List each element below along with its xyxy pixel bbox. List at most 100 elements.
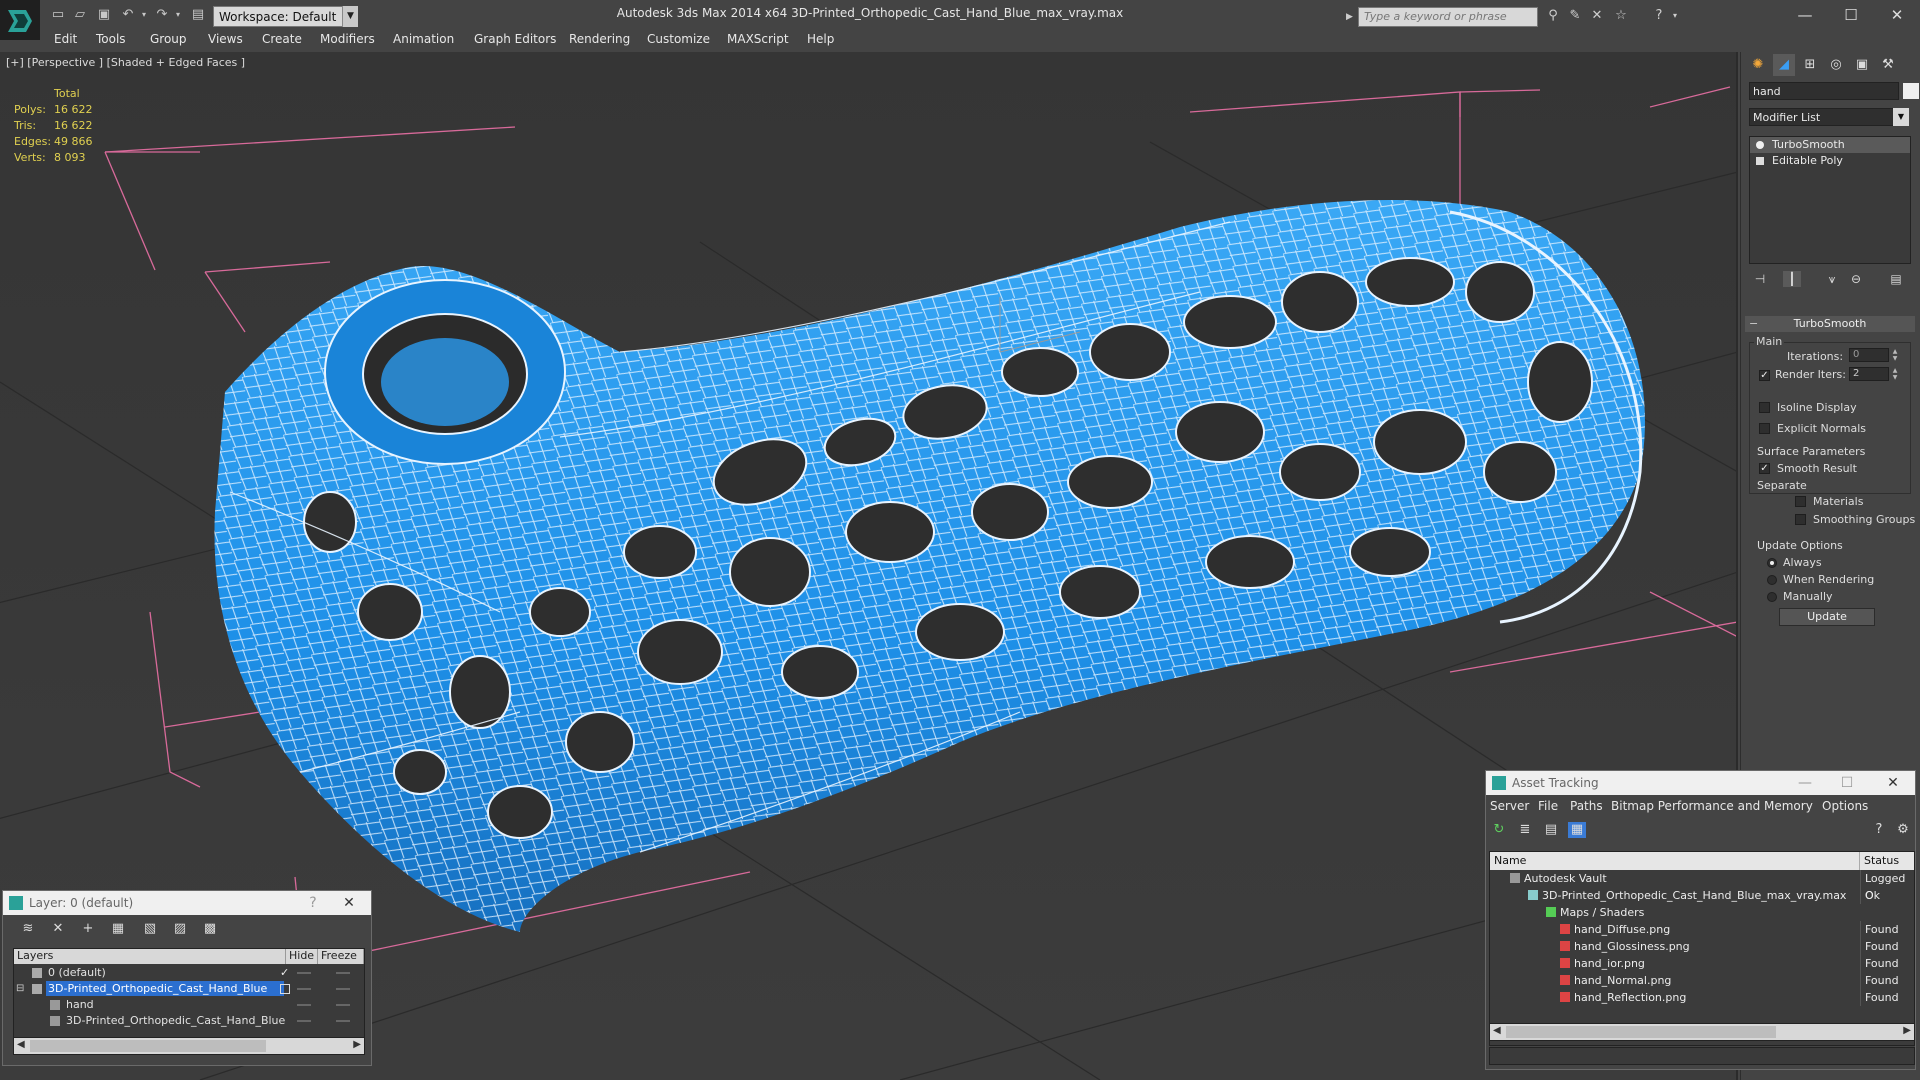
freeze-all-icon[interactable]: ▩ xyxy=(201,921,219,937)
stack-item-editable-poly[interactable]: Editable Poly xyxy=(1750,153,1910,169)
undo-dropdown-icon[interactable]: ▾ xyxy=(136,8,152,22)
maximize-icon[interactable]: ☐ xyxy=(1836,4,1866,26)
select-objects-icon[interactable]: ▦ xyxy=(109,921,127,937)
redo-icon[interactable]: ↷ xyxy=(154,8,170,22)
freeze-toggle[interactable] xyxy=(336,972,350,974)
iterations-spinner[interactable]: 0 xyxy=(1849,348,1889,362)
modify-tab-icon[interactable]: ◢ xyxy=(1773,54,1795,76)
list-view-icon[interactable]: ≣ xyxy=(1516,822,1534,838)
asset-row[interactable]: Autodesk Vault Logged O xyxy=(1490,870,1914,904)
communication-icon[interactable]: ✕ xyxy=(1588,8,1606,24)
make-unique-icon[interactable]: ⩛ xyxy=(1823,271,1841,287)
workspace-dropdown[interactable]: Workspace: Default xyxy=(213,6,358,27)
favorites-icon[interactable]: ☆ xyxy=(1612,8,1630,24)
close-icon[interactable]: ✕ xyxy=(1875,771,1911,795)
collapse-icon[interactable]: ⊟ xyxy=(16,981,24,997)
redo-dropdown-icon[interactable]: ▾ xyxy=(170,8,186,22)
undo-icon[interactable]: ↶ xyxy=(120,8,136,22)
utilities-tab-icon[interactable]: ⚒ xyxy=(1877,54,1899,76)
help-dropdown-icon[interactable]: ▾ xyxy=(1666,8,1684,24)
search-expand-icon[interactable]: ▶ xyxy=(1346,7,1358,27)
create-layer-icon[interactable]: ≋ xyxy=(19,921,37,937)
viewport-label[interactable]: [+] [Perspective ] [Shaded + Edged Faces… xyxy=(6,56,245,69)
highlight-layer-icon[interactable]: ▧ xyxy=(141,921,159,937)
render-iters-spinner[interactable]: 2 xyxy=(1849,367,1889,381)
scroll-left-icon[interactable]: ◀ xyxy=(1493,1025,1501,1036)
active-layer-check-icon[interactable]: ✓ xyxy=(280,965,289,981)
help-icon[interactable]: ? xyxy=(295,891,331,915)
scrollbar-thumb[interactable] xyxy=(1506,1026,1776,1038)
menu-edit[interactable]: Edit xyxy=(54,32,77,46)
hide-toggle[interactable] xyxy=(297,1004,311,1006)
render-iters-checkbox[interactable]: ✓ xyxy=(1759,370,1770,381)
spinner-arrows-icon[interactable]: ▲ ▼ xyxy=(1891,348,1899,362)
menu-tools[interactable]: Tools xyxy=(96,32,126,46)
asset-row[interactable]: hand_Reflection.png Found xyxy=(1490,989,1914,1006)
pin-stack-icon[interactable]: ⊣ xyxy=(1751,271,1769,287)
asset-path-field[interactable] xyxy=(1489,1047,1915,1065)
smooth-result-checkbox[interactable]: ✓ xyxy=(1759,463,1770,474)
horizontal-scrollbar[interactable]: ◀ ▶ xyxy=(13,1037,365,1055)
object-color-swatch[interactable] xyxy=(1903,83,1919,99)
isoline-display-checkbox[interactable] xyxy=(1759,402,1770,413)
asset-row[interactable]: hand_ior.png Found xyxy=(1490,955,1914,972)
asset-menu-paths[interactable]: Paths xyxy=(1570,799,1603,813)
asset-row[interactable]: hand_Glossiness.png Found xyxy=(1490,938,1914,955)
project-folder-icon[interactable]: ▤ xyxy=(190,8,206,22)
freeze-toggle[interactable] xyxy=(336,1020,350,1022)
freeze-toggle[interactable] xyxy=(336,988,350,990)
hide-toggle[interactable] xyxy=(297,1020,311,1022)
display-tab-icon[interactable]: ▣ xyxy=(1851,54,1873,76)
menu-animation[interactable]: Animation xyxy=(393,32,454,46)
asset-menu-options[interactable]: Options xyxy=(1822,799,1868,813)
turbosmooth-rollout-header[interactable]: − TurboSmooth xyxy=(1745,316,1915,332)
update-button[interactable]: Update xyxy=(1779,608,1875,626)
table-view-icon[interactable]: ▦ xyxy=(1568,822,1586,838)
status-column-header[interactable]: Status xyxy=(1860,852,1914,870)
help-icon[interactable]: ? xyxy=(1870,822,1888,838)
scroll-right-icon[interactable]: ▶ xyxy=(353,1039,361,1050)
layer-row[interactable]: 3D-Printed_Orthopedic_Cast_Hand_Blue xyxy=(14,1013,364,1029)
asset-menu-bitmap[interactable]: Bitmap Performance and Memory xyxy=(1611,799,1813,813)
motion-tab-icon[interactable]: ◎ xyxy=(1825,54,1847,76)
scroll-left-icon[interactable]: ◀ xyxy=(17,1039,25,1050)
minimize-icon[interactable]: — xyxy=(1787,771,1823,795)
chevron-down-icon[interactable]: ▼ xyxy=(1893,108,1909,126)
menu-views[interactable]: Views xyxy=(208,32,243,46)
asset-row[interactable]: hand_Normal.png Found xyxy=(1490,972,1914,989)
maximize-icon[interactable]: ☐ xyxy=(1829,771,1865,795)
collapse-icon[interactable]: − xyxy=(1749,316,1758,332)
materials-checkbox[interactable] xyxy=(1795,496,1806,507)
layer-row[interactable]: ⊟ 3D-Printed_Orthopedic_Cast_Hand_Blue xyxy=(14,981,364,997)
show-end-result-icon[interactable]: ┃ xyxy=(1783,271,1801,287)
set-current-layer-box[interactable] xyxy=(280,984,290,994)
horizontal-scrollbar[interactable]: ◀ ▶ xyxy=(1489,1023,1915,1041)
menu-modifiers[interactable]: Modifiers xyxy=(320,32,375,46)
layer-dialog-titlebar[interactable]: Layer: 0 (default) ? ✕ xyxy=(3,891,371,915)
update-always-radio[interactable] xyxy=(1767,558,1777,568)
lightbulb-icon[interactable] xyxy=(1756,141,1764,149)
menu-create[interactable]: Create xyxy=(262,32,302,46)
freeze-toggle[interactable] xyxy=(336,1004,350,1006)
save-file-icon[interactable]: ▣ xyxy=(96,8,112,22)
menu-rendering[interactable]: Rendering xyxy=(569,32,630,46)
app-logo[interactable] xyxy=(0,0,40,40)
close-icon[interactable]: ✕ xyxy=(1882,4,1912,26)
asset-row[interactable]: hand_Diffuse.png Found xyxy=(1490,921,1914,938)
menu-help[interactable]: Help xyxy=(807,32,834,46)
freeze-column-header[interactable]: Freeze xyxy=(318,949,364,964)
object-name-field[interactable]: hand xyxy=(1749,82,1899,100)
hierarchy-tab-icon[interactable]: ⊞ xyxy=(1799,54,1821,76)
scrollbar-thumb[interactable] xyxy=(30,1040,266,1052)
stack-item-turbosmooth[interactable]: TurboSmooth xyxy=(1750,137,1910,153)
open-file-icon[interactable]: ▱ xyxy=(72,8,88,22)
update-manually-radio[interactable] xyxy=(1767,592,1777,602)
name-column-header[interactable]: Name xyxy=(1490,852,1860,870)
settings-icon[interactable]: ⚙ xyxy=(1894,822,1912,838)
layer-row[interactable]: hand xyxy=(14,997,364,1013)
asset-menu-server[interactable]: Server xyxy=(1490,799,1529,813)
minimize-icon[interactable]: — xyxy=(1790,4,1820,26)
close-icon[interactable]: ✕ xyxy=(331,891,367,915)
asset-dialog-titlebar[interactable]: Asset Tracking — ☐ ✕ xyxy=(1486,771,1915,795)
new-file-icon[interactable]: ▭ xyxy=(50,8,66,22)
